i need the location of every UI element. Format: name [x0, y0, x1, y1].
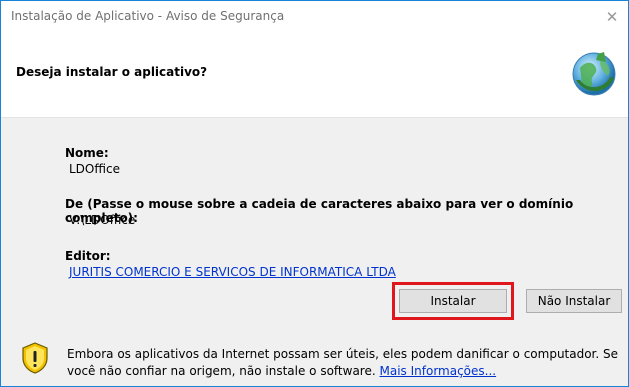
- warning-text-block: Embora os aplicativos da Internet possam…: [67, 346, 622, 380]
- from-label: De (Passe o mouse sobre a cadeia de cara…: [65, 197, 574, 225]
- name-value: LDOffice: [69, 162, 120, 176]
- publisher-link[interactable]: JURITIS COMERCIO E SERVICOS DE INFORMATI…: [69, 265, 396, 279]
- dialog-header: Deseja instalar o aplicativo?: [1, 32, 628, 117]
- globe-install-icon: [572, 52, 616, 96]
- publisher-label: Editor:: [65, 249, 111, 263]
- install-question: Deseja instalar o aplicativo?: [16, 65, 208, 79]
- more-info-link[interactable]: Mais Informações...: [380, 364, 497, 378]
- title-bar: Instalação de Aplicativo - Aviso de Segu…: [1, 1, 628, 32]
- security-warning-dialog: Instalação de Aplicativo - Aviso de Segu…: [0, 0, 629, 387]
- warning-shield-icon: [22, 342, 48, 374]
- name-label: Nome:: [65, 146, 109, 160]
- close-icon[interactable]: ✕: [596, 1, 628, 32]
- dont-install-button[interactable]: Não Instalar: [526, 289, 622, 313]
- details-panel: Nome: LDOffice De (Passe o mouse sobre a…: [1, 117, 628, 324]
- warning-text: Embora os aplicativos da Internet possam…: [67, 347, 619, 378]
- from-value: V:\LDOffice: [69, 213, 136, 227]
- install-button[interactable]: Instalar: [399, 289, 507, 313]
- warning-footer: Embora os aplicativos da Internet possam…: [1, 324, 628, 386]
- window-title: Instalação de Aplicativo - Aviso de Segu…: [11, 9, 285, 23]
